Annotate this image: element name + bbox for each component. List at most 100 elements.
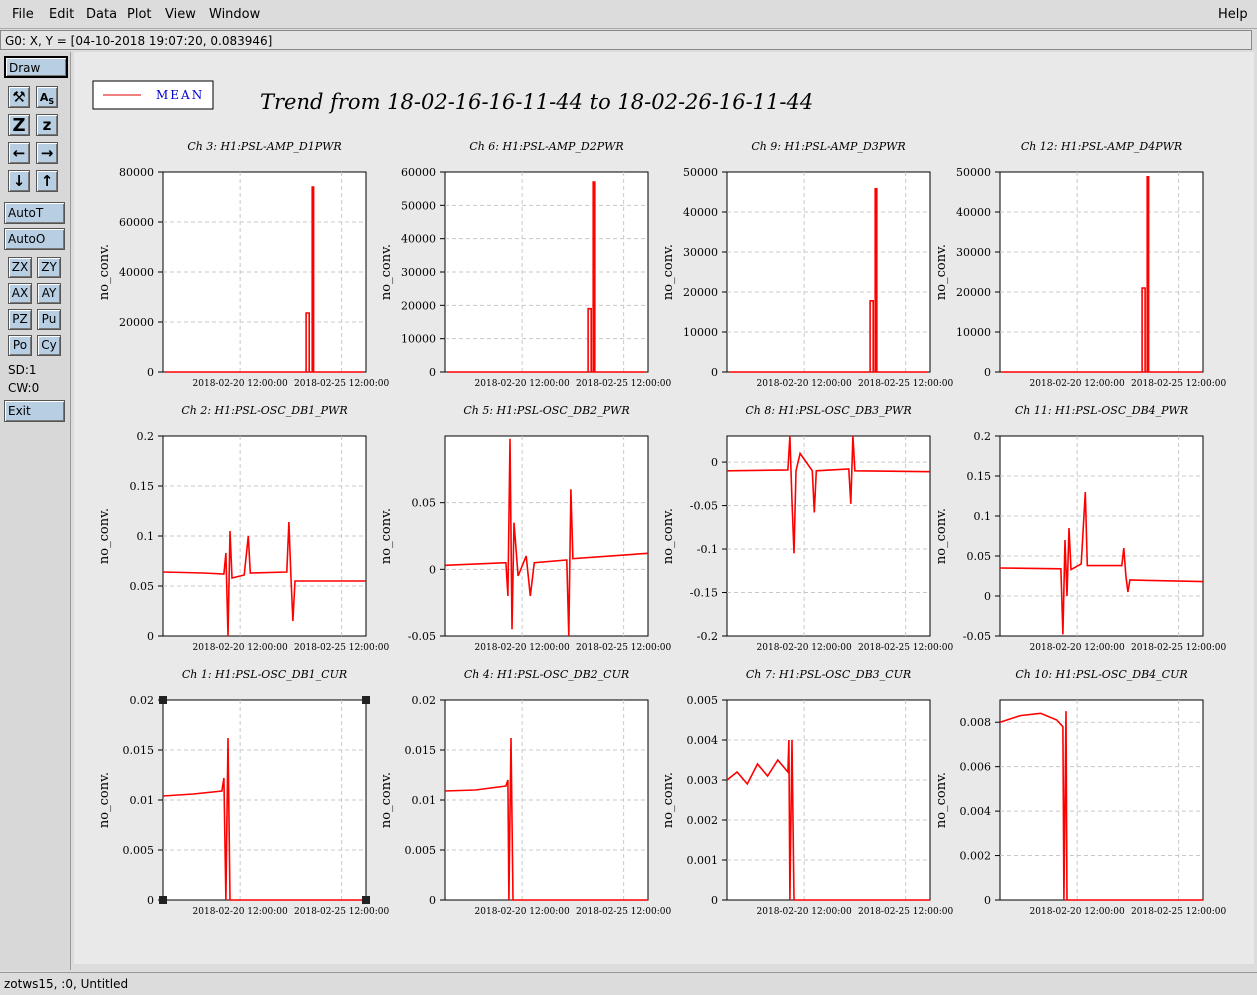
plot-frame [726,699,931,901]
arrow-down-icon[interactable]: ↓ [8,170,30,192]
x-tick-label: 2018-02-25 12:00:00 [294,379,389,389]
y-tick-label: 40000 [401,233,436,246]
cy-button[interactable]: Cy [37,335,61,356]
chart-12: Ch 10: H1:PSL-OSC_DB4_CUR 2018-02-20 12:0… [934,668,1226,917]
x-tick-label: 2018-02-25 12:00:00 [858,907,953,917]
y-tick-label: 20000 [683,286,718,299]
y-tick-label: 10000 [401,333,436,346]
y-tick-label: -0.2 [697,630,718,643]
y-tick-label: 0.1 [137,530,155,543]
y-tick-label: 50000 [401,199,436,212]
arrow-up-icon[interactable]: ↑ [36,170,58,192]
plot-canvas[interactable]: MEAN Trend from 18-02-16-16-11-44 to 18-… [74,52,1254,964]
x-tick-label: 2018-02-25 12:00:00 [1131,907,1226,917]
ax-button[interactable]: AX [8,283,32,304]
menu-file[interactable]: File [12,7,34,22]
y-tick-label: 0.002 [960,850,992,863]
menu-help[interactable]: Help [1218,7,1248,22]
chart-title: Ch 12: H1:PSL-AMP_D4PWR [1021,140,1182,153]
menu-bar: File Edit Data Plot View Window Help [0,0,1257,29]
arrow-right-icon[interactable]: → [36,142,58,164]
plot-frame [999,435,1204,637]
chart-10: Ch 4: H1:PSL-OSC_DB2_CUR 2018-02-20 12:00… [379,668,671,917]
draw-button[interactable]: Draw [4,56,68,78]
x-tick-label: 2018-02-20 12:00:00 [1030,379,1125,389]
y-tick-label: 0.015 [123,744,155,757]
y-tick-label: 60000 [401,166,436,179]
y-tick-label: 30000 [956,246,991,259]
zy-button[interactable]: ZY [37,257,61,278]
pz-button[interactable]: PZ [8,309,32,330]
x-tick-label: 2018-02-20 12:00:00 [193,379,288,389]
y-tick-label: 80000 [119,166,154,179]
menu-edit[interactable]: Edit [49,7,74,22]
text-icon[interactable]: AS [36,86,58,108]
x-tick-label: 2018-02-20 12:00:00 [757,907,852,917]
chart-title: Ch 2: H1:PSL-OSC_DB1_PWR [181,404,347,417]
x-tick-label: 2018-02-25 12:00:00 [858,643,953,653]
y-tick-label: 0.008 [960,716,992,729]
selection-handle [159,696,167,704]
y-tick-label: 0 [147,894,154,907]
chart-title: Ch 8: H1:PSL-OSC_DB3_PWR [745,404,911,417]
chart-title: Ch 4: H1:PSL-OSC_DB2_CUR [464,668,629,681]
y-tick-label: 50000 [683,166,718,179]
x-tick-label: 2018-02-25 12:00:00 [1131,379,1226,389]
y-tick-label: 20000 [956,286,991,299]
ay-button[interactable]: AY [37,283,61,304]
menu-window[interactable]: Window [209,7,260,22]
y-tick-label: 0.005 [405,844,437,857]
y-tick-label: -0.05 [690,500,718,513]
y-tick-label: 40000 [956,206,991,219]
cw-label: CW:0 [8,381,40,395]
y-tick-label: 0.01 [130,794,155,807]
chart-title: Ch 11: H1:PSL-OSC_DB4_PWR [1015,404,1188,417]
y-axis-label: no_conv. [379,244,394,300]
y-tick-label: 0 [984,590,991,603]
chart-8: Ch 11: H1:PSL-OSC_DB4_PWR 2018-02-20 12:0… [934,404,1226,653]
y-tick-label: 0.006 [960,761,992,774]
magnify-icon[interactable]: ⚒ [8,86,30,108]
x-tick-label: 2018-02-20 12:00:00 [1030,907,1125,917]
x-tick-label: 2018-02-25 12:00:00 [294,643,389,653]
plot-frame [726,171,931,373]
autoo-button[interactable]: AutoO [4,228,65,250]
sd-label: SD:1 [8,363,37,377]
y-tick-label: 0 [984,894,991,907]
y-tick-label: 10000 [683,326,718,339]
pu-button[interactable]: Pu [37,309,61,330]
y-tick-label: 0 [147,366,154,379]
y-tick-label: 0.15 [130,480,155,493]
y-tick-label: -0.1 [697,543,718,556]
y-tick-label: 0 [429,563,436,576]
y-tick-label: 50000 [956,166,991,179]
menu-plot[interactable]: Plot [127,7,152,22]
x-tick-label: 2018-02-20 12:00:00 [475,907,570,917]
zoom-z-icon[interactable]: Z [8,114,30,136]
y-axis-label: no_conv. [379,508,394,564]
coordinate-readout: G0: X, Y = [04-10-2018 19:07:20, 0.08394… [0,30,1252,50]
exit-button[interactable]: Exit [4,400,65,422]
arrow-left-icon[interactable]: ← [8,142,30,164]
chart-11: Ch 7: H1:PSL-OSC_DB3_CUR 2018-02-20 12:00… [661,668,953,917]
zx-button[interactable]: ZX [8,257,32,278]
x-tick-label: 2018-02-25 12:00:00 [576,379,671,389]
y-tick-label: -0.05 [408,630,436,643]
chart-7: Ch 8: H1:PSL-OSC_DB3_PWR 2018-02-20 12:00… [661,404,953,653]
chart-9: Ch 1: H1:PSL-OSC_DB1_CUR 2018-02-20 12:00… [97,668,389,917]
plots-svg[interactable]: MEAN Trend from 18-02-16-16-11-44 to 18-… [74,52,1254,964]
plot-frame [726,435,931,637]
y-tick-label: 0 [711,894,718,907]
po-button[interactable]: Po [8,335,32,356]
y-tick-label: 20000 [401,299,436,312]
zoom-z-small-icon[interactable]: z [36,114,58,136]
y-tick-label: 10000 [956,326,991,339]
x-tick-label: 2018-02-20 12:00:00 [193,643,288,653]
y-tick-label: 0.002 [687,814,719,827]
menu-view[interactable]: View [165,7,196,22]
menu-data[interactable]: Data [86,7,117,22]
chart-3: Ch 9: H1:PSL-AMP_D3PWR 2018-02-20 12:00:0… [661,140,953,389]
autot-button[interactable]: AutoT [4,202,65,224]
y-axis-label: no_conv. [934,244,949,300]
selection-handle [362,696,370,704]
